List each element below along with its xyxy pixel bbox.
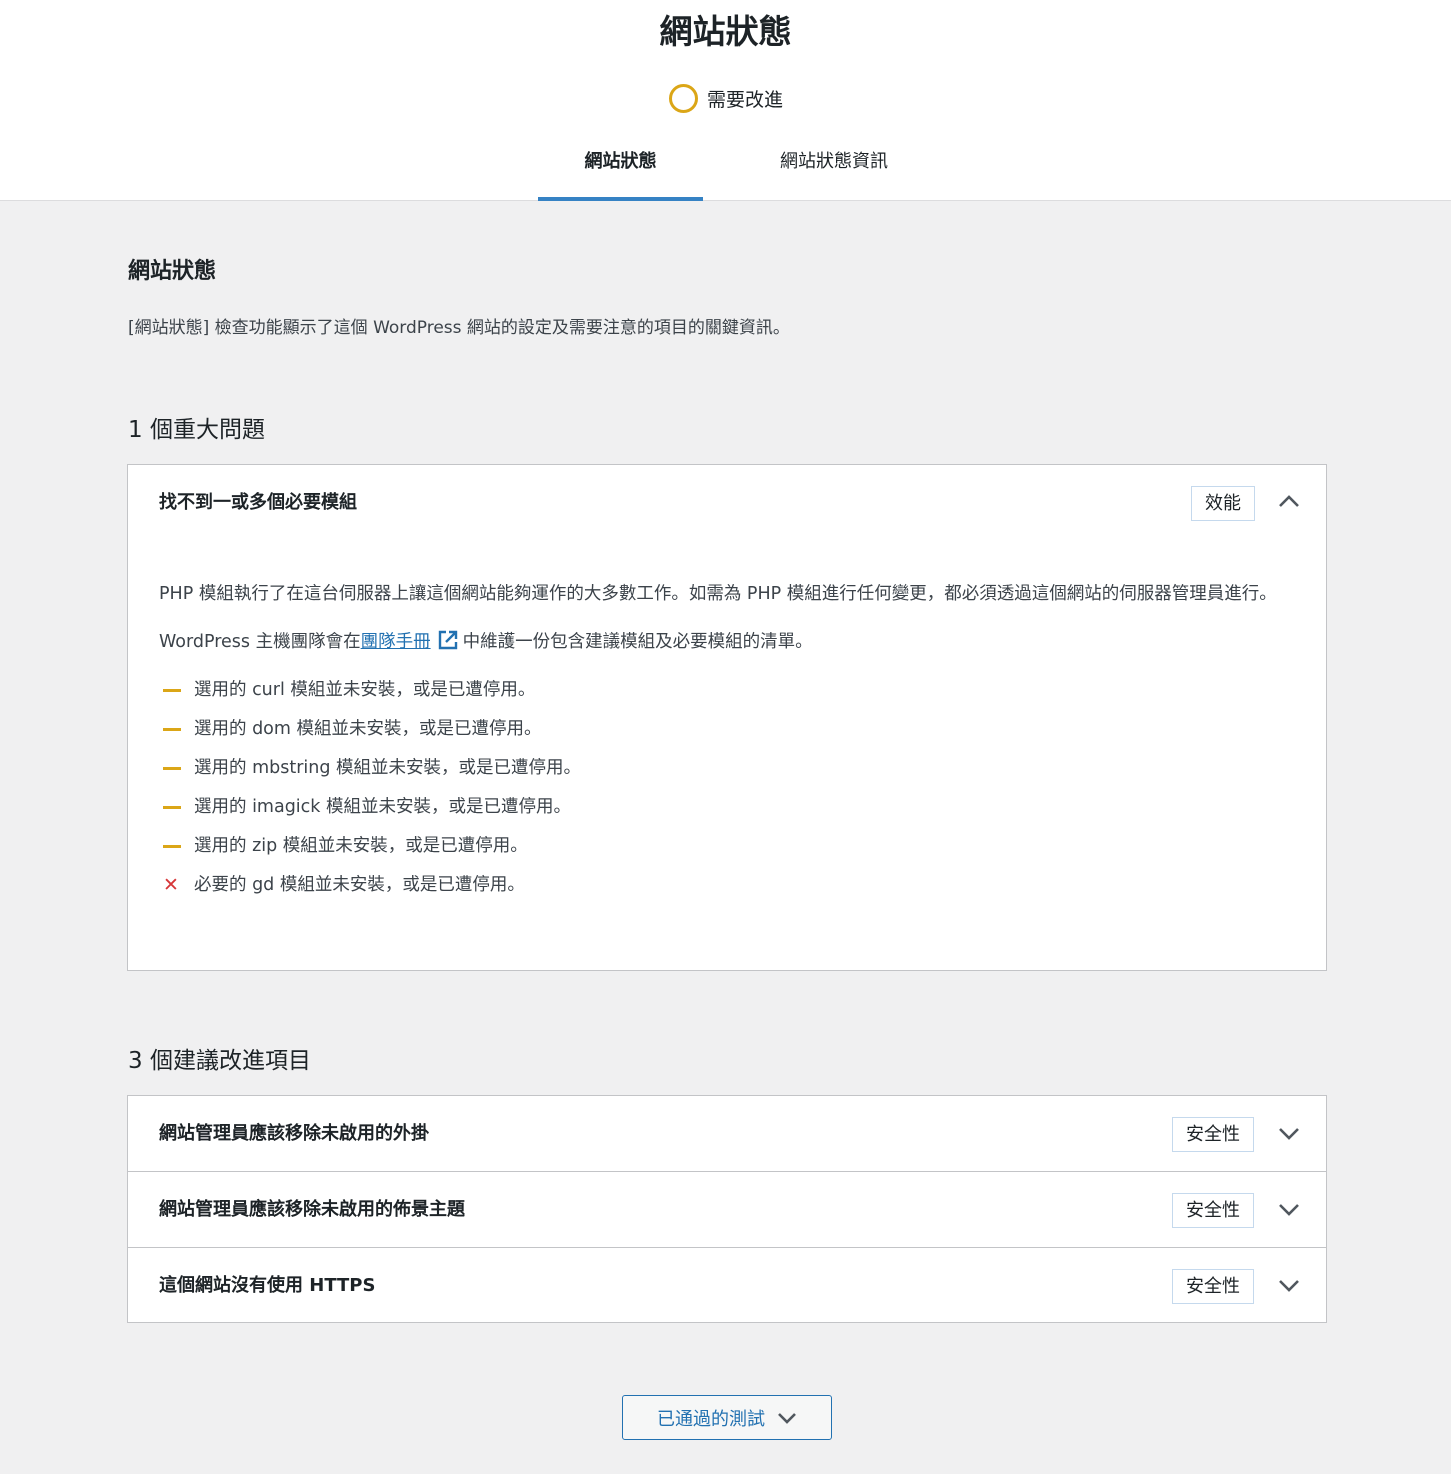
category-badge: 效能 [1191, 486, 1255, 521]
critical-issues-title: 1 個重大問題 [128, 417, 265, 443]
health-score-label: 需要改進 [707, 88, 784, 111]
accordion-title: 這個網站沒有使用 HTTPS [159, 1275, 376, 1296]
module-list: 選用的 curl 模組並未安裝，或是已遭停用。 選用的 dom 模組並未安裝，或… [159, 671, 1299, 905]
critical-issues-panel: 找不到一或多個必要模組 效能 PHP 模組執行了在這台伺服器上讓這個網站能夠運作… [127, 464, 1327, 971]
recommended-improvements-title: 3 個建議改進項目 [128, 1048, 311, 1074]
health-score: 需要改進 [669, 83, 783, 113]
progress-ring-icon [669, 83, 698, 113]
accordion-title: 網站管理員應該移除未啟用的佈景主題 [159, 1199, 465, 1220]
team-handbook-link[interactable]: 團隊手冊 [361, 632, 431, 652]
chevron-down-icon [778, 1412, 796, 1424]
module-message: 選用的 curl 模組並未安裝，或是已遭停用。 [194, 680, 536, 700]
list-item: 選用的 mbstring 模組並未安裝，或是已遭停用。 [159, 749, 1299, 788]
accordion-toggle-inactive-plugins[interactable]: 網站管理員應該移除未啟用的外掛 安全性 [128, 1096, 1326, 1171]
tab-site-health[interactable]: 網站狀態 [538, 124, 703, 201]
warning-dash-icon [159, 728, 194, 731]
chevron-up-icon [1279, 495, 1299, 507]
recommended-improvements-panel: 網站管理員應該移除未啟用的外掛 安全性 網站管理員應該移除未啟用的佈景主題 安全… [127, 1095, 1327, 1323]
module-message: 選用的 dom 模組並未安裝，或是已遭停用。 [194, 719, 542, 739]
error-x-icon: ✕ [163, 874, 179, 896]
list-item: 選用的 curl 模組並未安裝，或是已遭停用。 [159, 671, 1299, 710]
handbook-text-after: 中維護一份包含建議模組及必要模組的清單。 [462, 632, 813, 652]
passed-tests-button[interactable]: 已通過的測試 [622, 1395, 832, 1440]
handbook-text: WordPress 主機團隊會在團隊手冊 中維護一份包含建議模組及必要模組的清單… [159, 628, 1299, 657]
module-message: 選用的 mbstring 模組並未安裝，或是已遭停用。 [194, 758, 582, 778]
accordion-title: 找不到一或多個必要模組 [159, 492, 357, 513]
site-health-header: 網站狀態 需要改進 網站狀態 網站狀態資訊 [0, 0, 1451, 201]
intro-text: [網站狀態] 檢查功能顯示了這個 WordPress 網站的設定及需要注意的項目… [128, 318, 790, 338]
module-message: 選用的 zip 模組並未安裝，或是已遭停用。 [194, 836, 528, 856]
accordion-toggle-inactive-themes[interactable]: 網站管理員應該移除未啟用的佈景主題 安全性 [128, 1172, 1326, 1247]
list-item: ✕ 必要的 gd 模組並未安裝，或是已遭停用。 [159, 866, 1299, 905]
module-message: 選用的 imagick 模組並未安裝，或是已遭停用。 [194, 797, 571, 817]
chevron-down-icon [1279, 1280, 1299, 1292]
accordion-title: 網站管理員應該移除未啟用的外掛 [159, 1123, 429, 1144]
accordion-toggle-https[interactable]: 這個網站沒有使用 HTTPS 安全性 [128, 1248, 1326, 1323]
description-text: PHP 模組執行了在這台伺服器上讓這個網站能夠運作的大多數工作。如需為 PHP … [159, 584, 1277, 604]
category-badge: 安全性 [1172, 1117, 1254, 1152]
list-item: 選用的 zip 模組並未安裝，或是已遭停用。 [159, 827, 1299, 866]
passed-tests-label: 已通過的測試 [657, 1408, 765, 1430]
chevron-down-icon [1279, 1204, 1299, 1216]
warning-dash-icon [159, 806, 194, 809]
tab-site-health-info[interactable]: 網站狀態資訊 [760, 124, 908, 201]
handbook-text-before: WordPress 主機團隊會在 [159, 632, 361, 652]
list-item: 選用的 imagick 模組並未安裝，或是已遭停用。 [159, 788, 1299, 827]
module-message: 必要的 gd 模組並未安裝，或是已遭停用。 [194, 875, 525, 895]
external-link-icon[interactable] [437, 629, 459, 651]
section-heading: 網站狀態 [128, 259, 217, 284]
accordion-toggle-required-modules[interactable]: 找不到一或多個必要模組 效能 [128, 465, 1326, 540]
category-badge: 安全性 [1172, 1269, 1254, 1304]
chevron-down-icon [1279, 1128, 1299, 1140]
warning-dash-icon [159, 845, 194, 848]
category-badge: 安全性 [1172, 1193, 1254, 1228]
page-title: 網站狀態 [659, 12, 792, 51]
accordion-panel: PHP 模組執行了在這台伺服器上讓這個網站能夠運作的大多數工作。如需為 PHP … [159, 580, 1299, 905]
warning-dash-icon [159, 767, 194, 770]
warning-dash-icon [159, 689, 194, 692]
list-item: 選用的 dom 模組並未安裝，或是已遭停用。 [159, 710, 1299, 749]
